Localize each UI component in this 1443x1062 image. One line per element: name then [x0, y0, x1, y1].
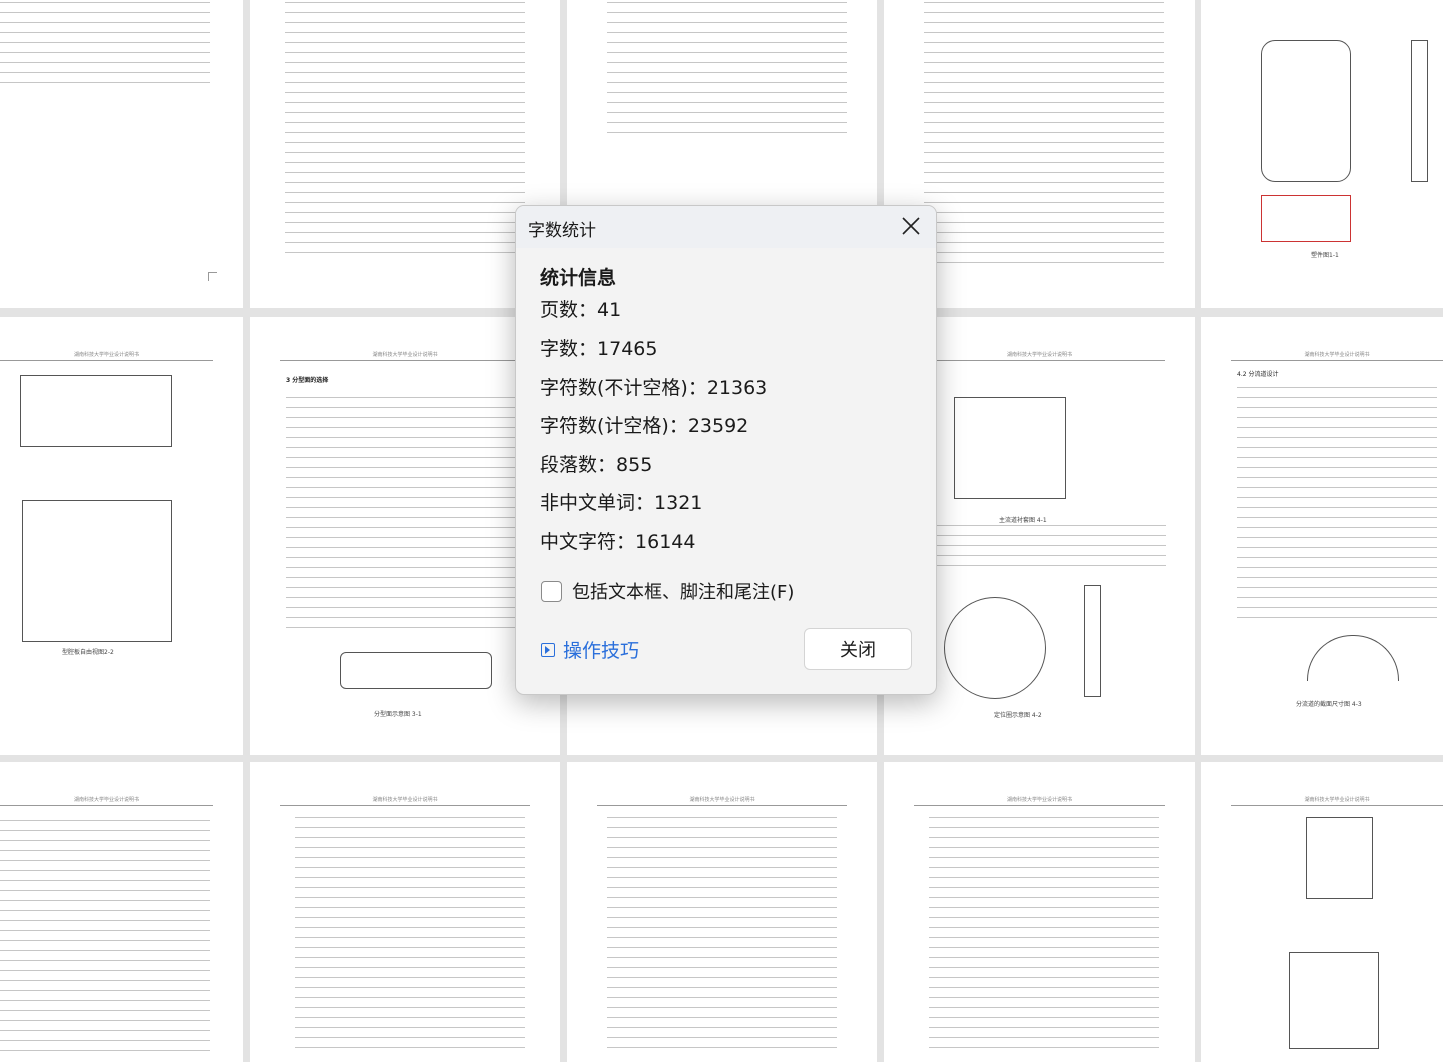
word-count-dialog: 字数统计 统计信息 页数：41 字数：17465 字符数(不计空格)：21363…: [515, 205, 937, 695]
part-drawing: [340, 652, 492, 689]
part-drawing: [1289, 952, 1379, 1049]
part-drawing: [1261, 195, 1351, 242]
locating-ring-drawing: [944, 597, 1046, 699]
runner-section-drawing: [1307, 635, 1399, 681]
part-drawing: [1261, 40, 1351, 182]
stat-paragraphs: 段落数：855: [540, 454, 653, 476]
caption: 主流道衬套图 4-1: [999, 517, 1047, 524]
document-page: 湖南科技大学毕业设计说明书 型腔板自由视图2-2: [0, 317, 243, 755]
document-page: [0, 0, 243, 308]
close-button[interactable]: 关闭: [804, 628, 912, 670]
document-page: 湖南科技大学毕业设计说明书 4.2 分流道设计 分流道的截面尺寸图 4-3: [1201, 317, 1443, 755]
document-page: 湖南科技大学毕业设计说明书: [567, 762, 877, 1062]
caption: 塑件图1-1: [1311, 252, 1339, 259]
document-page: 湖南科技大学毕业设计说明书: [1201, 762, 1443, 1062]
section-heading: 3 分型面的选择: [286, 377, 329, 384]
stat-chinese-chars: 中文字符：16144: [540, 531, 696, 553]
include-textboxes-footnotes-checkbox[interactable]: 包括文本框、脚注和尾注(F): [541, 578, 794, 604]
document-page: 湖南科技大学毕业设计说明书: [250, 762, 560, 1062]
stat-words: 字数：17465: [540, 338, 658, 360]
section-title: 统计信息: [540, 267, 617, 289]
document-page: 湖南科技大学毕业设计说明书 3 分型面的选择 分型面示意图 3-1: [250, 317, 560, 755]
document-page: 塑件图1-1: [1201, 0, 1443, 308]
sprue-drawing: [954, 397, 1066, 499]
stat-pages: 页数：41: [540, 299, 622, 321]
tips-link[interactable]: 操作技巧: [541, 636, 639, 663]
caption: 分流道的截面尺寸图 4-3: [1296, 701, 1362, 708]
caption: 定位圈示意图 4-2: [994, 712, 1042, 719]
play-video-icon: [541, 642, 555, 657]
section-heading: 4.2 分流道设计: [1237, 371, 1279, 378]
toc-lines: [0, 2, 210, 87]
mold-drawing: [22, 500, 172, 642]
document-page: [250, 0, 560, 308]
caption: 分型面示意图 3-1: [374, 711, 422, 718]
part-drawing: [1306, 817, 1373, 899]
dialog-title-bar[interactable]: 字数统计: [516, 206, 936, 248]
checkbox-label: 包括文本框、脚注和尾注(F): [572, 582, 795, 603]
checkbox-box[interactable]: [541, 580, 562, 602]
stat-chars-no-spaces: 字符数(不计空格)：21363: [540, 377, 768, 399]
caption: 型腔板自由视图2-2: [62, 649, 114, 656]
close-icon[interactable]: [900, 215, 922, 237]
document-page: 湖南科技大学毕业设计说明书: [0, 762, 243, 1062]
mold-drawing: [20, 375, 172, 447]
stat-chars-with-spaces: 字符数(计空格)：23592: [540, 415, 749, 437]
stat-non-chinese-words: 非中文单词：1321: [540, 492, 703, 514]
dialog-title: 字数统计: [528, 221, 596, 241]
document-page: 湖南科技大学毕业设计说明书: [884, 762, 1195, 1062]
